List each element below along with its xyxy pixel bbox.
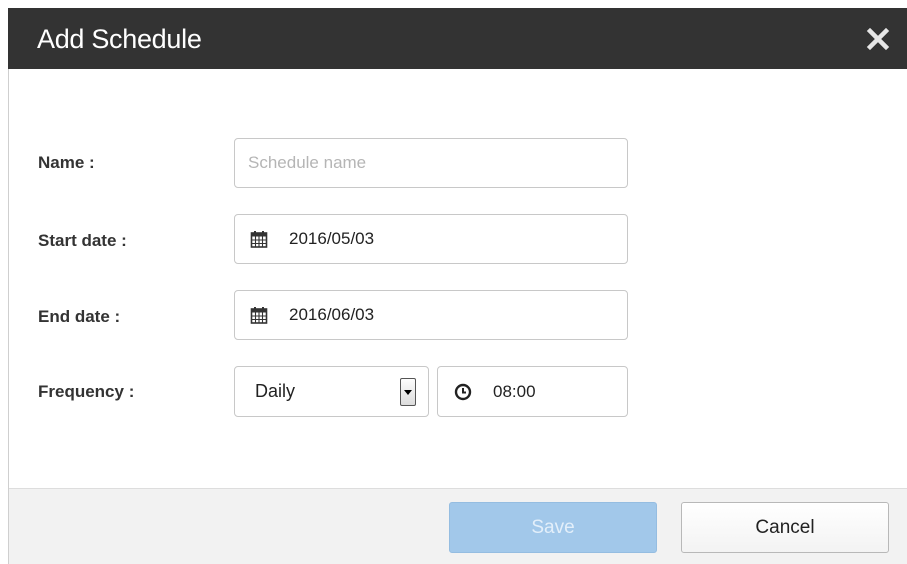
add-schedule-dialog: Add Schedule Name : Start date : 2016/05… bbox=[0, 0, 907, 564]
start-date-label: Start date : bbox=[38, 231, 127, 250]
end-date-label: End date : bbox=[38, 307, 121, 326]
frequency-select[interactable]: Daily bbox=[234, 366, 429, 417]
dialog-titlebar: Add Schedule bbox=[8, 8, 907, 69]
calendar-icon bbox=[250, 307, 268, 324]
dialog-title: Add Schedule bbox=[37, 24, 202, 54]
name-input[interactable] bbox=[248, 151, 608, 175]
start-date-value: 2016/05/03 bbox=[289, 229, 375, 248]
close-button[interactable] bbox=[861, 22, 895, 56]
clock-icon bbox=[454, 383, 472, 401]
chevron-down-icon bbox=[404, 390, 412, 395]
save-button[interactable]: Save bbox=[449, 502, 657, 553]
end-date-field[interactable]: 2016/06/03 bbox=[234, 290, 628, 340]
cancel-button[interactable]: Cancel bbox=[681, 502, 889, 553]
time-field[interactable]: 08:00 bbox=[437, 366, 628, 417]
name-label: Name : bbox=[38, 153, 95, 172]
name-field[interactable] bbox=[234, 138, 628, 188]
frequency-label: Frequency : bbox=[38, 382, 135, 401]
end-date-value: 2016/06/03 bbox=[289, 305, 375, 324]
frequency-selected-value: Daily bbox=[255, 381, 296, 401]
calendar-icon bbox=[250, 231, 268, 248]
start-date-field[interactable]: 2016/05/03 bbox=[234, 214, 628, 264]
time-value: 08:00 bbox=[493, 382, 536, 401]
dropdown-arrow-button[interactable] bbox=[400, 378, 416, 406]
close-icon bbox=[866, 27, 890, 51]
